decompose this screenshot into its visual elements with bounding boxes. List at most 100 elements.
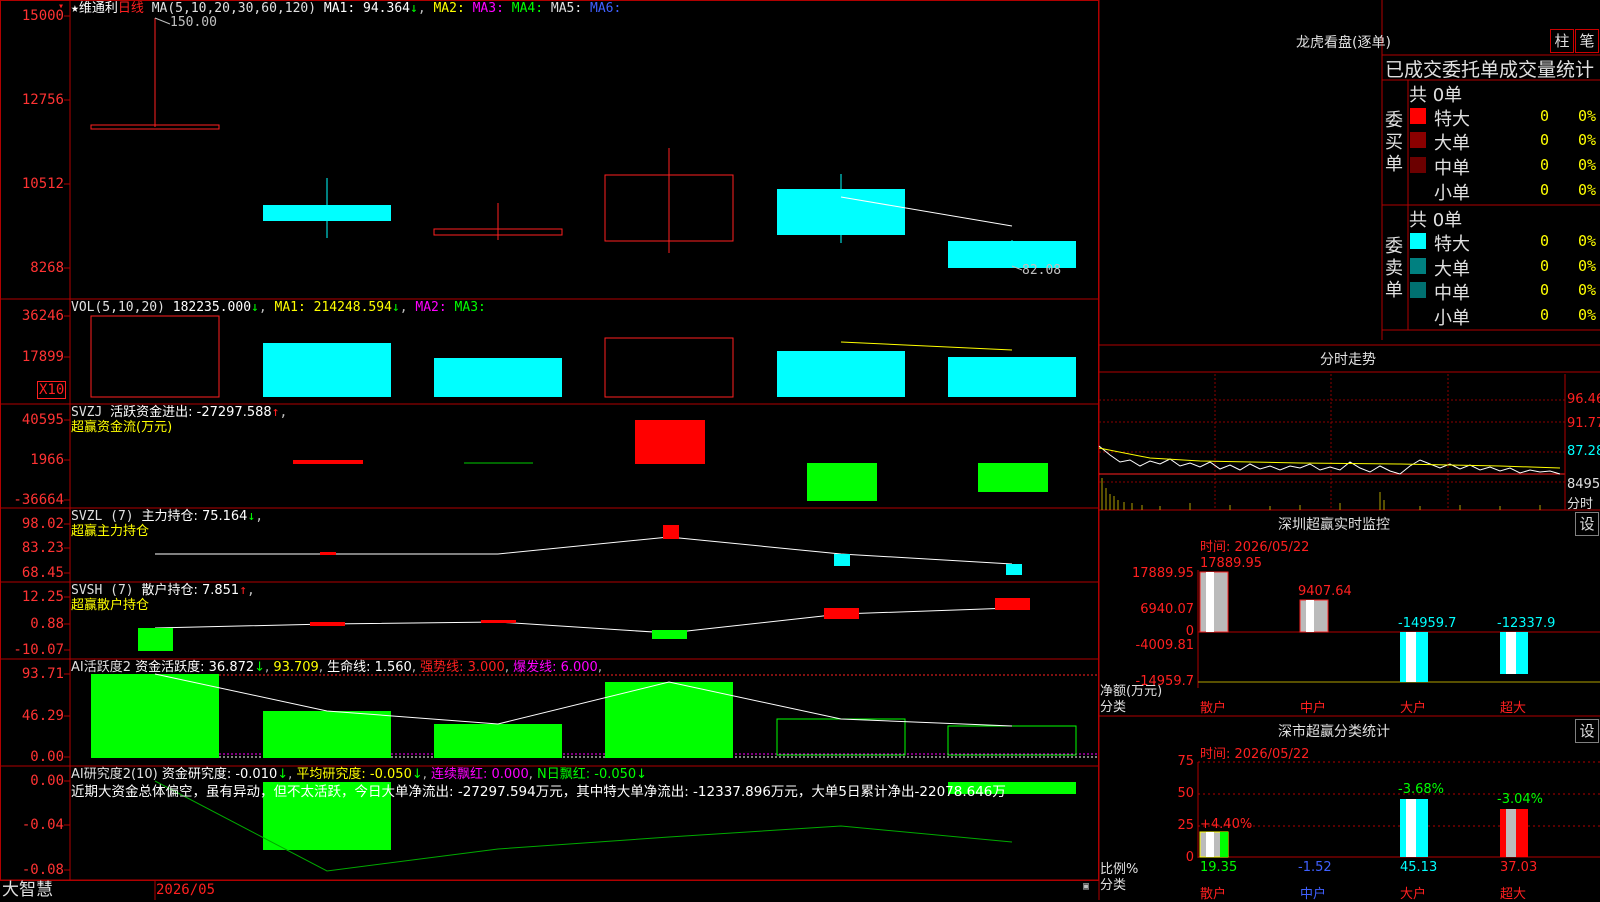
- svsh-bar-2: [310, 622, 345, 626]
- vol-header: VOL(5,10,20) 182235.000↓, MA1: 214248.59…: [71, 300, 486, 315]
- fl-bar-chg: -3.04%: [1497, 792, 1543, 807]
- fl-ytick: 25: [1177, 818, 1194, 833]
- svzj-title: 超赢资金流(万元): [71, 420, 173, 435]
- ai2-ytick: -0.04: [21, 817, 64, 833]
- svsh-ytick: 0.88: [30, 616, 64, 632]
- ai1-name: AI活跃度2: [71, 660, 131, 675]
- svzl-value: 主力持仓: 75.164: [141, 509, 248, 524]
- up-arrow-icon: ↑: [239, 583, 248, 598]
- down-arrow-icon: ↓: [411, 767, 423, 782]
- ai2-value: 资金研究度: -0.010: [161, 767, 278, 782]
- svsh-title: 超赢散户持仓: [71, 598, 150, 613]
- fenshi-title[interactable]: 分时走势: [1320, 349, 1376, 369]
- vol-bar-1: [90, 315, 220, 398]
- down-arrow-icon: ↓: [277, 767, 289, 782]
- tick-mode-button[interactable]: 笔: [1575, 29, 1599, 53]
- svzl-line: [155, 536, 1013, 565]
- svsh-bar-3: [481, 620, 516, 623]
- vol-bars: [90, 315, 1076, 398]
- buy-row-label: 中单: [1434, 158, 1470, 179]
- ai1-ytick: 93.71: [21, 666, 64, 682]
- vol-bar-4: [604, 337, 734, 398]
- vol-unit-badge[interactable]: X10: [37, 381, 67, 399]
- lock-icon[interactable]: ▣: [1083, 882, 1093, 892]
- fenshi-ytick: 91.77: [1567, 416, 1600, 431]
- brand-label: 大智慧: [2, 880, 53, 900]
- sz-bar-label: 17889.95: [1200, 556, 1263, 571]
- candle-2: [263, 205, 391, 221]
- svzl-title: 超赢主力持仓: [71, 524, 150, 539]
- ai1-bar-3: [434, 724, 562, 758]
- fl-cat: 超大: [1500, 887, 1527, 902]
- svsh-lines: [138, 598, 1030, 651]
- buy-row-swatch: [1410, 132, 1426, 148]
- buy-row-count: 0: [1540, 156, 1550, 174]
- ai1-bar-2: [263, 711, 391, 758]
- sell-row-swatch: [1410, 258, 1426, 274]
- sz-settings-button[interactable]: 设: [1575, 512, 1599, 536]
- ai2-avg: 平均研究度: -0.050: [296, 767, 412, 782]
- vol-bar-6: [948, 357, 1076, 397]
- up-arrow-icon: ↑: [271, 405, 280, 420]
- fl-xlabel: 分类: [1100, 878, 1127, 893]
- sz-ytick: 17889.95: [1132, 566, 1195, 581]
- svsh-ytick: 12.25: [21, 589, 64, 605]
- svsh-header: SVSH (7) 散户持仓: 7.851↑,: [71, 583, 255, 598]
- k-ytick: 12756: [21, 92, 64, 108]
- k-ytick: 10512: [21, 176, 64, 192]
- svzl-bar-6: [1006, 564, 1022, 575]
- svzl-ytick: 98.02: [21, 516, 64, 532]
- sell-row-label: 中单: [1434, 283, 1470, 304]
- ai1-burstline: 爆发线: 6.000: [513, 660, 598, 675]
- svzl-bar-2: [320, 552, 336, 555]
- fl-bar-label: 45.13: [1400, 860, 1438, 875]
- buy-row-pct: 0%: [1578, 107, 1597, 125]
- sz-bar-label: -14959.7: [1398, 616, 1457, 631]
- down-arrow-icon: ↓: [409, 1, 418, 16]
- sz-xlabel: 分类: [1100, 700, 1127, 715]
- hi-price-label: 150.00: [170, 15, 217, 30]
- svzj-bar-5: [807, 463, 877, 501]
- svzl-header: SVZL (7) 主力持仓: 75.164↓,: [71, 509, 264, 524]
- vol-bar-5: [777, 351, 905, 397]
- sell-row-label: 特大: [1434, 234, 1470, 255]
- svsh-bar-1: [138, 628, 173, 651]
- ai2-header: AI研究度2(10) 资金研究度: -0.010↓, 平均研究度: -0.050…: [71, 767, 648, 782]
- buy-row-pct: 0%: [1578, 156, 1597, 174]
- period-label[interactable]: 日线: [118, 1, 144, 16]
- candle-5: [777, 189, 905, 235]
- star-icon: ★: [71, 1, 79, 16]
- sell-row-count: 0: [1540, 306, 1550, 324]
- ai1-bar-5: [776, 718, 906, 756]
- ai1-bar-1: [91, 674, 219, 758]
- fenshi-ytick: 87.28: [1567, 444, 1600, 459]
- vol-ma1-line: [840, 341, 1013, 351]
- sell-row-pct: 0%: [1578, 281, 1597, 299]
- ai1-bars: [91, 673, 1098, 758]
- chart-canvas: [0, 0, 1100, 900]
- down-arrow-icon: ↓: [247, 509, 256, 524]
- stock-name[interactable]: 维通利: [79, 1, 118, 16]
- ai1-bar-6: [947, 725, 1077, 756]
- fl-bar-label: -1.52: [1298, 860, 1332, 875]
- buy-row-pct: 0%: [1578, 131, 1597, 149]
- bar-mode-button[interactable]: 柱: [1550, 29, 1574, 53]
- buy-row-pct: 0%: [1578, 181, 1597, 199]
- svzj-header: SVZJ 活跃资金进出: -27297.588↑,: [71, 405, 288, 420]
- ai2-ytick: -0.08: [21, 862, 64, 878]
- ai2-name: AI研究度2(10): [71, 767, 158, 782]
- sell-row-pct: 0%: [1578, 232, 1597, 250]
- sz-monitor-title: 深圳超赢实时监控: [1278, 517, 1390, 533]
- fl-title: 深市超赢分类统计: [1278, 724, 1390, 740]
- fl-cat: 中户: [1300, 887, 1327, 902]
- corner-marker-icon: ▾: [58, 1, 65, 12]
- sell-row-count: 0: [1540, 257, 1550, 275]
- ai1-lifeline: 生命线: 1.560: [327, 660, 412, 675]
- svzl-ytick: 68.45: [21, 565, 64, 581]
- buy-total: 共 0单: [1409, 85, 1463, 106]
- sz-cat: 中户: [1300, 701, 1327, 716]
- fl-time: 时间: 2026/05/22: [1200, 747, 1310, 762]
- fl-cat: 散户: [1200, 887, 1227, 902]
- fl-settings-button[interactable]: 设: [1575, 719, 1599, 743]
- vol-ma3: MA3:: [454, 300, 486, 315]
